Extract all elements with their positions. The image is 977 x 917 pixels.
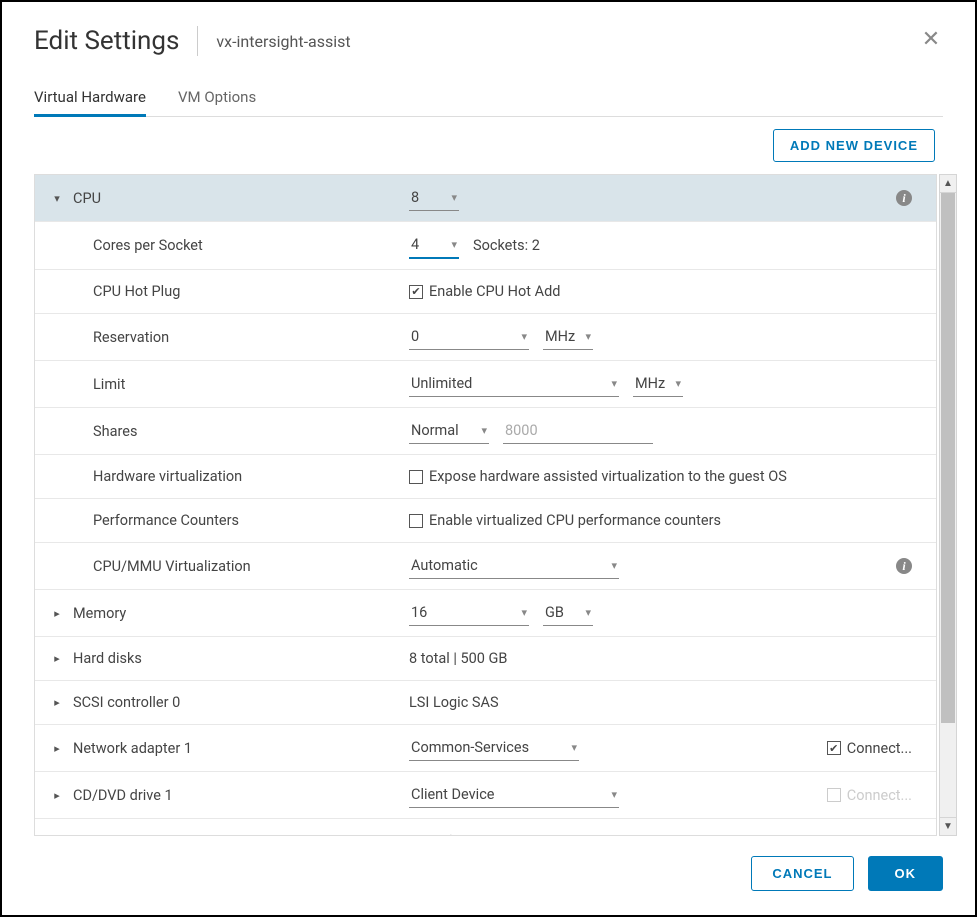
cpu-count-select[interactable]: 8▾ <box>409 185 459 211</box>
scsi-label: SCSI controller 0 <box>73 694 180 711</box>
tab-virtual-hardware[interactable]: Virtual Hardware <box>34 80 146 117</box>
info-icon[interactable]: i <box>896 558 912 574</box>
network-adapter-select[interactable]: Common-Services▾ <box>409 735 579 761</box>
chevron-right-icon[interactable]: ▸ <box>49 789 65 802</box>
hardware-virtualization-label: Hardware virtualization <box>49 468 409 485</box>
memory-value-select[interactable]: 16▾ <box>409 600 529 626</box>
enable-cpu-hot-add-checkbox[interactable]: ✔ Enable CPU Hot Add <box>409 283 560 300</box>
chevron-down-icon[interactable]: ▾ <box>49 192 65 205</box>
scroll-down-icon[interactable]: ▼ <box>940 817 956 835</box>
scrollbar-thumb[interactable] <box>941 193 955 723</box>
scroll-up-icon[interactable]: ▲ <box>940 175 956 193</box>
cpu-mmu-select[interactable]: Automatic▾ <box>409 553 619 579</box>
memory-label: Memory <box>73 605 126 622</box>
network-adapter-label: Network adapter 1 <box>73 740 192 757</box>
hard-disks-value: 8 total | 500 GB <box>409 650 507 667</box>
chevron-right-icon[interactable]: ▸ <box>49 607 65 620</box>
memory-unit-select[interactable]: GB▾ <box>543 600 593 626</box>
chevron-right-icon[interactable]: ▸ <box>49 742 65 755</box>
shares-level-select[interactable]: Normal▾ <box>409 418 489 444</box>
cpu-label: CPU <box>73 190 101 207</box>
reservation-unit-select[interactable]: MHz▾ <box>543 324 593 350</box>
perf-counters-checkbox[interactable]: Enable virtualized CPU performance count… <box>409 512 721 529</box>
performance-counters-label: Performance Counters <box>49 512 409 529</box>
hardware-list: ▾ CPU 8▾ i Cores per Socket 4▾ Sockets: … <box>34 174 937 836</box>
ok-button[interactable]: OK <box>868 856 944 891</box>
cancel-button[interactable]: CANCEL <box>751 856 853 891</box>
video-card-select[interactable]: Specify custom settings▾ <box>409 829 619 836</box>
cddvd-connect-checkbox: Connect... <box>827 787 912 804</box>
chevron-right-icon[interactable]: ▸ <box>49 696 65 709</box>
shares-label: Shares <box>49 423 409 440</box>
sockets-label: Sockets: 2 <box>473 237 540 254</box>
info-icon[interactable]: i <box>896 190 912 206</box>
cores-per-socket-label: Cores per Socket <box>49 237 409 254</box>
limit-value-select[interactable]: Unlimited▾ <box>409 371 619 397</box>
dialog-title: Edit Settings <box>34 26 198 56</box>
limit-label: Limit <box>49 376 409 393</box>
cddvd-select[interactable]: Client Device▾ <box>409 782 619 808</box>
chevron-right-icon[interactable]: ▸ <box>49 652 65 665</box>
tab-vm-options[interactable]: VM Options <box>178 80 256 116</box>
vm-name: vx-intersight-assist <box>198 32 350 51</box>
add-new-device-button[interactable]: ADD NEW DEVICE <box>773 129 935 162</box>
limit-unit-select[interactable]: MHz▾ <box>633 371 683 397</box>
shares-value-input[interactable]: 8000 <box>503 418 653 444</box>
reservation-label: Reservation <box>49 329 409 346</box>
cores-per-socket-select[interactable]: 4▾ <box>409 232 459 259</box>
cddvd-label: CD/DVD drive 1 <box>73 787 173 804</box>
scsi-value: LSI Logic SAS <box>409 694 499 711</box>
expose-hw-virt-checkbox[interactable]: Expose hardware assisted virtualization … <box>409 468 787 485</box>
hard-disks-label: Hard disks <box>73 650 142 667</box>
network-connect-checkbox[interactable]: ✔ Connect... <box>827 740 912 757</box>
cpu-mmu-label: CPU/MMU Virtualization <box>49 558 409 575</box>
close-icon[interactable]: ✕ <box>919 29 943 53</box>
cpu-hot-plug-label: CPU Hot Plug <box>49 283 409 300</box>
reservation-value-select[interactable]: 0▾ <box>409 324 529 350</box>
scrollbar[interactable]: ▲ ▼ <box>939 174 957 836</box>
